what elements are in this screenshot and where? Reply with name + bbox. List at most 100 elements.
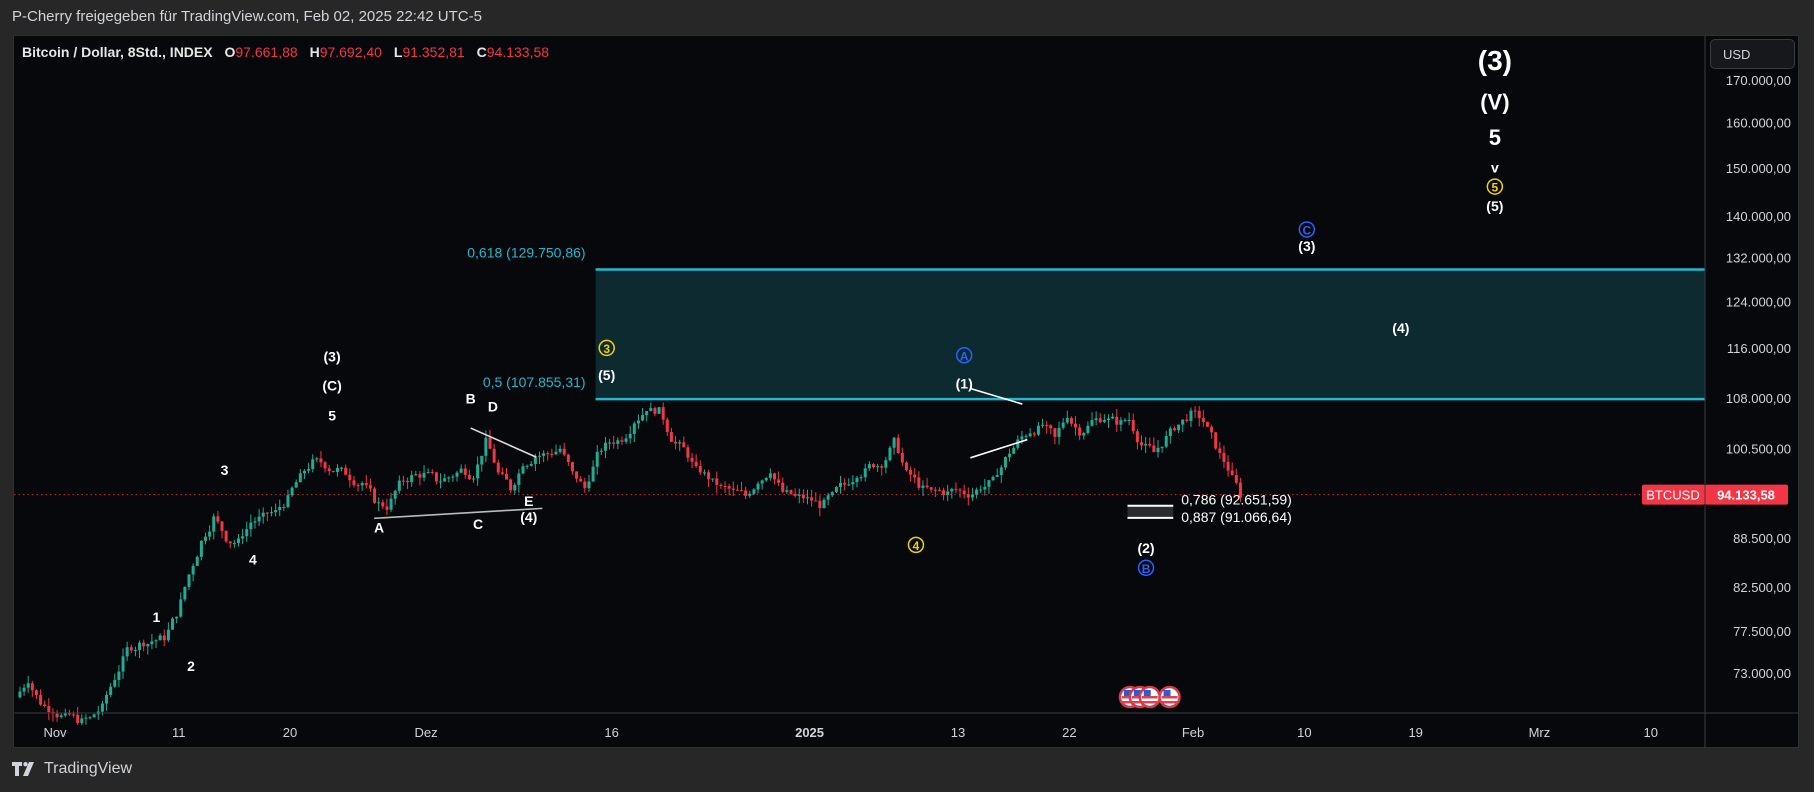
low-value: 91.352,81 [402,44,465,60]
candle-body [925,485,929,488]
candle-body [414,474,418,476]
wave-label: (1) [956,376,973,392]
candle-body [385,506,389,510]
candle-body [1107,418,1111,420]
candle-body [393,490,397,499]
candle-body [364,483,368,486]
price-tick-label: 170.000,00 [1726,73,1791,88]
wave-label: (2) [1137,540,1154,556]
us-flag-icon[interactable] [1138,685,1161,709]
candle-body [232,543,236,545]
price-tick-label: 140.000,00 [1726,209,1791,224]
candle-body [335,467,339,472]
price-tick-label: 108.000,00 [1726,391,1791,406]
candle-body [463,468,467,475]
candle-body [752,489,756,494]
candle-body [294,482,298,488]
candle-body [492,448,496,463]
candle-body [979,489,983,491]
candle-body [315,458,319,460]
fib-zone-layer: 0,618 (129.750,86) 0,5 (107.855,31) [467,245,1705,401]
candle-body [1074,423,1078,428]
candle-body [628,434,632,439]
flag-canton [1143,690,1151,696]
candle-body [612,442,616,444]
price-tick-label: 160.000,00 [1726,116,1791,131]
candle-body [187,574,191,587]
candle-body [418,474,422,478]
candle-body [768,473,772,478]
candle-body [727,486,731,489]
candle-body [599,450,603,452]
candle-body [88,717,92,719]
fib-label-0618: 0,618 (129.750,86) [467,245,585,261]
candle-body [455,472,459,477]
footer-brand[interactable]: TradingView [44,760,132,778]
candle-body [789,490,793,494]
candle-body [583,481,587,489]
candle-body [719,484,723,486]
candle-body [554,451,558,455]
candle-body [575,471,579,479]
candle-body [183,586,187,600]
candle-body [327,468,331,472]
candle-body [995,475,999,477]
candle-body [228,541,232,544]
candle-body [245,529,249,537]
candle-body [195,556,199,566]
candle-body [987,480,991,487]
candle-body [723,485,727,487]
candle-body [290,487,294,496]
symbol-title[interactable]: Bitcoin / Dollar, 8Std., INDEX [22,44,213,60]
candle-body [18,691,22,698]
candle-body [496,462,500,473]
candle-body [360,483,364,486]
wave-label-circled: 4 [907,536,925,554]
candle-body [814,500,818,502]
candle-body [731,488,735,490]
price-tick-label: 77.500,00 [1733,624,1791,639]
candle-body [171,618,175,630]
candle-body [509,479,513,491]
candle-body [1045,424,1049,426]
candle-body [896,437,900,454]
candle-body [525,465,529,467]
wave-label: v [1491,159,1499,175]
candle-body [888,447,892,461]
wave-label-circled: B [1137,559,1155,577]
candle-body [278,506,282,511]
candle-body [847,484,851,486]
candle-body [476,464,480,479]
time-tick-label: 20 [283,725,297,740]
candle-body [125,647,129,657]
candle-body [649,408,653,412]
chart-canvas[interactable]: 0,618 (129.750,86) 0,5 (107.855,31) BTCUS… [0,0,1814,792]
candle-body [1189,410,1193,421]
candle-body [942,490,946,495]
candle-body [72,714,76,716]
wave-label: C [473,516,483,532]
candle-body [1222,452,1226,462]
wave-label-circled: 5 [1486,178,1504,195]
candle-body [822,499,826,509]
candle-body [1036,425,1040,435]
candle-body [150,641,154,645]
wave-label: (C) [322,377,341,393]
candle-body [199,540,203,557]
us-flag-icon[interactable] [1158,685,1181,709]
candle-body [665,419,669,433]
candle-body [158,635,162,641]
candle-body [715,478,719,485]
candle-body [562,448,566,455]
symbol-legend: Bitcoin / Dollar, 8Std., INDEX O97.661,8… [22,44,549,60]
candle-body [682,442,686,448]
candle-body [1160,446,1164,448]
price-tick-label: 124.000,00 [1726,294,1791,309]
candle-body [1053,428,1057,437]
wave-label-circled: C [1298,221,1316,238]
candle-body [1193,410,1197,412]
price-tick-label: 82.500,00 [1733,580,1791,595]
currency-button[interactable]: USD [1710,39,1795,69]
candle-body [756,483,760,490]
candle-body [434,472,438,482]
